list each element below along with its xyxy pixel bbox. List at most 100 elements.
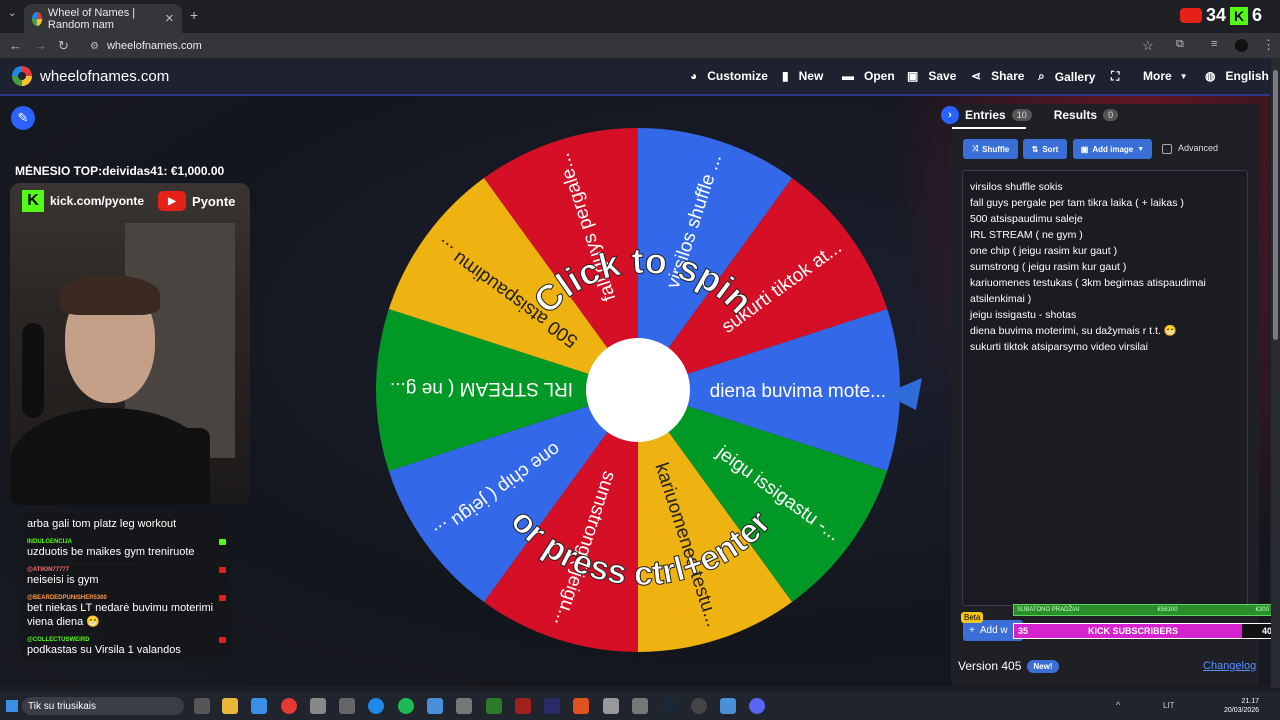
app-icon[interactable] bbox=[310, 698, 326, 714]
back-icon[interactable]: ← bbox=[9, 38, 22, 53]
pencil-icon: ✎ bbox=[17, 110, 29, 125]
new-button[interactable]: ▮ New bbox=[782, 69, 823, 83]
collapse-panel-icon[interactable]: › bbox=[941, 106, 959, 124]
customize-button[interactable]: ◕ Customize bbox=[690, 69, 768, 83]
kick-logo-icon: K bbox=[22, 190, 44, 212]
sort-label: Sort bbox=[1042, 144, 1059, 154]
new-tab-icon[interactable]: + bbox=[190, 7, 198, 23]
tray-chevron-icon[interactable]: ^ bbox=[1116, 700, 1120, 710]
tab-results[interactable]: Results bbox=[1054, 108, 1097, 122]
site-info-icon[interactable]: ⚙ bbox=[90, 41, 99, 52]
save-button[interactable]: ▣ Save bbox=[907, 69, 956, 83]
chevron-down-icon: ▼ bbox=[1179, 71, 1188, 81]
tab-entries[interactable]: Entries bbox=[965, 108, 1006, 122]
forward-icon[interactable]: → bbox=[34, 38, 47, 53]
spin-wheel[interactable]: virsilos shuffle ...sukurti tiktok at...… bbox=[376, 128, 906, 658]
shuffle-icon: ⤨ bbox=[971, 144, 979, 153]
panel-tabs: › Entries 10 Results 0 bbox=[941, 106, 1119, 124]
share-label: Share bbox=[991, 69, 1025, 83]
task-view-icon[interactable] bbox=[194, 698, 210, 714]
notepad-icon[interactable] bbox=[720, 698, 736, 714]
taskbar-search[interactable]: Tik su triusikais bbox=[22, 697, 184, 715]
extensions-icon[interactable]: ⧉ bbox=[1176, 38, 1184, 51]
advanced-checkbox[interactable] bbox=[1162, 144, 1172, 154]
active-tab-indicator bbox=[952, 127, 1026, 129]
entry-line: diena buvima moterimi, su dažymais r t.t… bbox=[970, 325, 1177, 337]
version-text: Version 405 bbox=[958, 659, 1022, 673]
sort-button[interactable]: ⇅ Sort bbox=[1023, 139, 1067, 159]
close-tab-icon[interactable]: ✕ bbox=[165, 12, 174, 25]
chevron-down-icon: ▼ bbox=[1137, 145, 1145, 153]
tab-list-icon[interactable]: ⌄ bbox=[8, 8, 16, 19]
sub-goal-target: €300 bbox=[1255, 607, 1269, 613]
version-info: Version 405 New! bbox=[958, 659, 1059, 673]
entry-line: sukurti tiktok atsiparsymo video virsila… bbox=[970, 341, 1148, 353]
address-bar-row: ← → ↻ ⚙ wheelofnames.com ☆ ⧉ ≡ ⋮ bbox=[0, 33, 1280, 58]
bookmark-star-icon[interactable]: ☆ bbox=[1142, 38, 1154, 54]
webcam-headphones bbox=[22, 323, 44, 418]
youtube-badge-icon bbox=[219, 567, 226, 573]
kick-sub-current: 35 bbox=[1018, 626, 1029, 636]
open-button[interactable]: ▬ Open bbox=[842, 69, 895, 83]
browser-tab[interactable]: Wheel of Names | Random nam ✕ bbox=[24, 4, 182, 33]
open-label: Open bbox=[864, 69, 895, 83]
reload-icon[interactable]: ↻ bbox=[58, 38, 69, 54]
fullscreen-button[interactable]: ⛶ bbox=[1111, 69, 1125, 84]
file-explorer-icon[interactable] bbox=[222, 698, 238, 714]
gallery-button[interactable]: ⌕ Gallery bbox=[1038, 69, 1095, 84]
language-indicator[interactable]: LIT bbox=[1163, 701, 1175, 710]
spotify-icon[interactable] bbox=[398, 698, 414, 714]
url-field[interactable]: ⚙ wheelofnames.com bbox=[84, 36, 1164, 56]
chrome-icon[interactable] bbox=[281, 698, 297, 714]
youtube-count: 34 bbox=[1206, 5, 1227, 25]
obs-icon[interactable] bbox=[691, 698, 707, 714]
entry-line: virsilos shuffle sokis bbox=[970, 181, 1063, 193]
tab-title: Wheel of Names | Random nam bbox=[47, 6, 136, 31]
language-label: English bbox=[1225, 69, 1269, 83]
folder-icon: ▬ bbox=[842, 69, 854, 83]
chat-text: arba gali tom platz leg workout bbox=[27, 518, 177, 530]
chat-message: INDULGENCIJA uzduotis be maikes gym tren… bbox=[22, 536, 230, 562]
entry-line: jeigu issigastu - shotas bbox=[970, 309, 1077, 321]
store-icon[interactable] bbox=[251, 698, 267, 714]
app-icon[interactable] bbox=[632, 698, 648, 714]
app-icon[interactable] bbox=[603, 698, 619, 714]
language-button[interactable]: ◍ English bbox=[1205, 69, 1269, 83]
photos-icon[interactable] bbox=[427, 698, 443, 714]
discord-icon[interactable] bbox=[749, 698, 765, 714]
entries-textarea[interactable]: virsilos shuffle sokis fall guys pergale… bbox=[962, 170, 1248, 606]
add-wheel-label: Add w bbox=[979, 625, 1008, 636]
brave-icon[interactable] bbox=[573, 698, 589, 714]
youtube-badge-icon bbox=[219, 595, 226, 601]
app-icon[interactable] bbox=[515, 698, 531, 714]
brand[interactable]: wheelofnames.com bbox=[12, 66, 169, 86]
wheel-center-hub[interactable] bbox=[586, 338, 690, 442]
page-scrollbar-thumb[interactable] bbox=[1273, 70, 1278, 340]
changelog-link[interactable]: Changelog bbox=[1203, 660, 1256, 672]
file-icon: ▮ bbox=[782, 69, 789, 83]
app-icon[interactable] bbox=[339, 698, 355, 714]
profile-avatar[interactable] bbox=[1235, 39, 1248, 52]
edit-pencil-button[interactable]: ✎ bbox=[11, 106, 35, 130]
steam-icon[interactable] bbox=[661, 698, 677, 714]
entry-line: fall guys pergale per tam tikra laika ( … bbox=[970, 197, 1184, 209]
clock[interactable]: 21.17 20/03/2026 bbox=[1224, 697, 1259, 715]
app-icon[interactable] bbox=[456, 698, 472, 714]
shuffle-button[interactable]: ⤨ Shuffle bbox=[963, 139, 1018, 159]
results-count-badge: 0 bbox=[1103, 109, 1119, 121]
globe-icon: ◍ bbox=[1205, 69, 1216, 83]
add-image-button[interactable]: ▣ Add image ▼ bbox=[1073, 139, 1152, 159]
edge-icon[interactable] bbox=[368, 698, 384, 714]
new-badge[interactable]: New! bbox=[1027, 659, 1059, 673]
premiere-icon[interactable] bbox=[544, 698, 560, 714]
more-button[interactable]: More ▼ bbox=[1143, 69, 1188, 83]
sub-goal-progress: €58100 bbox=[1157, 607, 1178, 613]
share-button[interactable]: ⋖ Share bbox=[971, 69, 1024, 83]
media-icon[interactable]: ≡ bbox=[1211, 38, 1217, 50]
app-header: wheelofnames.com ◕ Customize ▮ New ▬ Open ▣… bbox=[0, 58, 1270, 96]
browser-menu-icon[interactable]: ⋮ bbox=[1262, 37, 1275, 53]
advanced-label: Advanced bbox=[1178, 143, 1219, 153]
search-text: Tik su triusikais bbox=[28, 700, 96, 712]
app-icon[interactable] bbox=[486, 698, 502, 714]
start-icon[interactable] bbox=[6, 700, 18, 712]
